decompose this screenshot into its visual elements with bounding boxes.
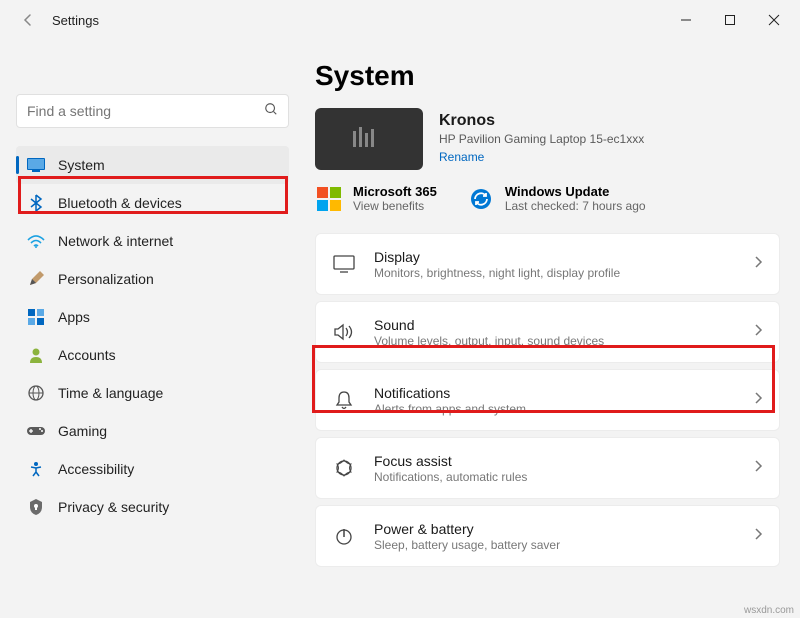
quick-links-row: Microsoft 365 View benefits Windows Upda… <box>315 184 780 213</box>
search-box[interactable] <box>16 94 289 128</box>
nav-list: System Bluetooth & devices Network & int… <box>16 146 289 526</box>
sidebar-item-gaming[interactable]: Gaming <box>16 412 289 450</box>
gaming-icon <box>26 421 46 441</box>
sidebar-item-privacy[interactable]: Privacy & security <box>16 488 289 526</box>
back-button[interactable] <box>12 4 44 36</box>
device-info: Kronos HP Pavilion Gaming Laptop 15-ec1x… <box>439 112 644 166</box>
sidebar-item-personalization[interactable]: Personalization <box>16 260 289 298</box>
settings-cards: DisplayMonitors, brightness, night light… <box>315 233 780 567</box>
sidebar-item-network[interactable]: Network & internet <box>16 222 289 260</box>
window-controls <box>664 4 796 36</box>
microsoft-365-link[interactable]: Microsoft 365 View benefits <box>315 184 437 213</box>
accounts-icon <box>26 345 46 365</box>
sidebar-item-label: Accessibility <box>58 461 134 477</box>
device-name: Kronos <box>439 112 644 130</box>
card-title: Sound <box>374 317 753 333</box>
card-sub: Volume levels, output, input, sound devi… <box>374 334 753 348</box>
sidebar-item-label: Apps <box>58 309 90 325</box>
sidebar-item-label: Network & internet <box>58 233 173 249</box>
card-sound[interactable]: SoundVolume levels, output, input, sound… <box>315 301 780 363</box>
search-input[interactable] <box>27 103 264 119</box>
chevron-right-icon <box>753 323 763 342</box>
privacy-icon <box>26 497 46 517</box>
search-icon <box>264 102 278 121</box>
update-title: Windows Update <box>505 184 646 199</box>
chevron-right-icon <box>753 255 763 274</box>
sidebar-item-label: Accounts <box>58 347 116 363</box>
card-display[interactable]: DisplayMonitors, brightness, night light… <box>315 233 780 295</box>
card-title: Display <box>374 249 753 265</box>
sound-icon <box>332 320 356 344</box>
window-title: Settings <box>52 13 99 28</box>
update-sub: Last checked: 7 hours ago <box>505 199 646 213</box>
personalization-icon <box>26 269 46 289</box>
desktop-preview[interactable] <box>315 108 423 170</box>
sidebar-item-time-language[interactable]: Time & language <box>16 374 289 412</box>
bluetooth-icon <box>26 193 46 213</box>
windows-update-link[interactable]: Windows Update Last checked: 7 hours ago <box>467 184 646 213</box>
focus-assist-icon <box>332 456 356 480</box>
rename-link[interactable]: Rename <box>439 150 484 164</box>
card-sub: Alerts from apps and system <box>374 402 753 416</box>
device-row: Kronos HP Pavilion Gaming Laptop 15-ec1x… <box>315 108 780 170</box>
microsoft-logo-icon <box>315 185 343 213</box>
sidebar-item-bluetooth[interactable]: Bluetooth & devices <box>16 184 289 222</box>
chevron-right-icon <box>753 391 763 410</box>
apps-icon <box>26 307 46 327</box>
update-icon <box>467 185 495 213</box>
sidebar-item-label: Time & language <box>58 385 163 401</box>
sidebar-item-label: Gaming <box>58 423 107 439</box>
sidebar-item-label: System <box>58 157 105 173</box>
sidebar-item-system[interactable]: System <box>16 146 289 184</box>
card-title: Notifications <box>374 385 753 401</box>
notifications-icon <box>332 388 356 412</box>
main-panel: System Kronos HP Pavilion Gaming Laptop … <box>305 40 800 618</box>
page-title: System <box>315 60 780 92</box>
chevron-right-icon <box>753 459 763 478</box>
sidebar-item-label: Personalization <box>58 271 154 287</box>
card-power-battery[interactable]: Power & batterySleep, battery usage, bat… <box>315 505 780 567</box>
sidebar-item-label: Bluetooth & devices <box>58 195 182 211</box>
card-sub: Notifications, automatic rules <box>374 470 753 484</box>
time-language-icon <box>26 383 46 403</box>
power-icon <box>332 524 356 548</box>
sidebar: System Bluetooth & devices Network & int… <box>0 40 305 618</box>
device-model: HP Pavilion Gaming Laptop 15-ec1xxx <box>439 132 644 146</box>
sidebar-item-label: Privacy & security <box>58 499 169 515</box>
sidebar-item-accounts[interactable]: Accounts <box>16 336 289 374</box>
card-title: Focus assist <box>374 453 753 469</box>
chevron-right-icon <box>753 527 763 546</box>
card-sub: Monitors, brightness, night light, displ… <box>374 266 753 280</box>
card-title: Power & battery <box>374 521 753 537</box>
sidebar-item-apps[interactable]: Apps <box>16 298 289 336</box>
content: System Bluetooth & devices Network & int… <box>0 40 800 618</box>
minimize-button[interactable] <box>664 4 708 36</box>
m365-title: Microsoft 365 <box>353 184 437 199</box>
titlebar: Settings <box>0 0 800 40</box>
display-icon <box>332 252 356 276</box>
close-button[interactable] <box>752 4 796 36</box>
sidebar-item-accessibility[interactable]: Accessibility <box>16 450 289 488</box>
card-notifications[interactable]: NotificationsAlerts from apps and system <box>315 369 780 431</box>
watermark: wsxdn.com <box>744 605 794 616</box>
accessibility-icon <box>26 459 46 479</box>
card-focus-assist[interactable]: Focus assistNotifications, automatic rul… <box>315 437 780 499</box>
system-icon <box>26 155 46 175</box>
network-icon <box>26 231 46 251</box>
m365-sub: View benefits <box>353 199 437 213</box>
maximize-button[interactable] <box>708 4 752 36</box>
card-sub: Sleep, battery usage, battery saver <box>374 538 753 552</box>
